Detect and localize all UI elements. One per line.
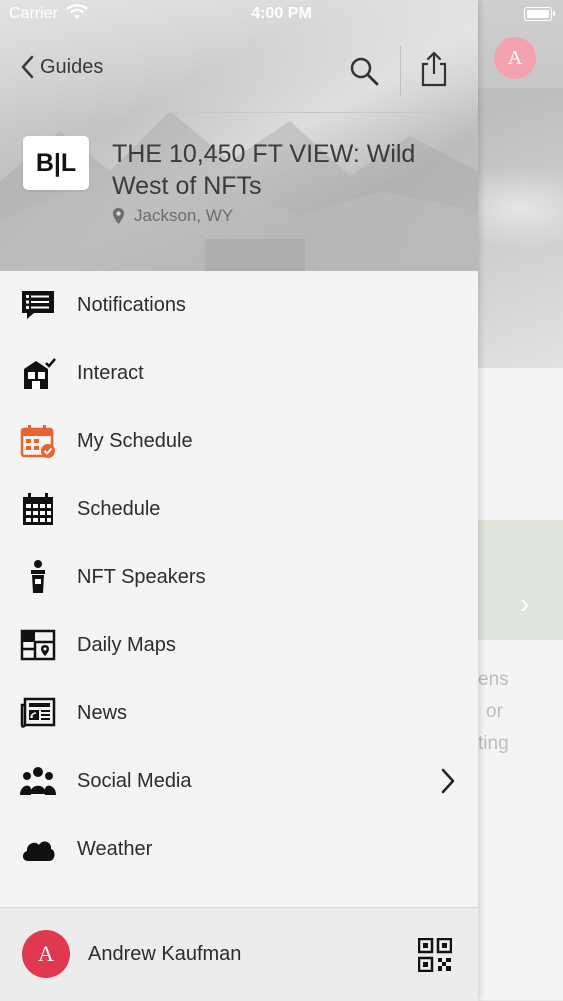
menu-item-notifications[interactable]: Notifications: [0, 271, 478, 339]
battery-icon: [524, 7, 552, 21]
menu-item-news[interactable]: News: [0, 679, 478, 747]
chevron-right-icon: [441, 768, 455, 794]
side-drawer: Guides B|L THE 10,450 FT VIEW: Wild West…: [0, 0, 478, 1001]
background-card[interactable]: [478, 520, 563, 640]
background-chevron-icon: ›: [520, 588, 530, 619]
event-location: Jackson, WY: [112, 206, 233, 226]
menu-label: Social Media: [77, 769, 192, 792]
battery-tip: [553, 11, 555, 16]
podium-icon: [31, 560, 45, 593]
menu-label: Weather: [77, 837, 153, 860]
notifications-icon: [22, 291, 54, 319]
back-button[interactable]: Guides: [20, 55, 103, 79]
menu-item-daily-maps[interactable]: Daily Maps: [0, 611, 478, 679]
background-text-line: ting: [478, 733, 509, 754]
user-avatar[interactable]: A: [22, 930, 70, 978]
my-schedule-icon: [20, 425, 55, 458]
background-text-line: or: [486, 701, 503, 722]
menu-label: News: [77, 701, 128, 724]
event-logo: B|L: [23, 136, 89, 190]
chevron-left-icon: [21, 55, 34, 79]
menu-item-interact[interactable]: Interact: [0, 339, 478, 407]
qr-code-button[interactable]: [417, 937, 453, 977]
qr-code-icon: [417, 937, 453, 973]
header-divider: [400, 46, 401, 96]
back-label: Guides: [40, 55, 104, 78]
search-icon: [350, 57, 379, 86]
people-icon: [20, 767, 56, 795]
user-name[interactable]: Andrew Kaufman: [88, 943, 241, 966]
status-bar: Carrier 4:00 PM: [0, 0, 563, 30]
share-icon: [421, 51, 447, 87]
share-button[interactable]: [419, 50, 449, 93]
header-separator: [22, 112, 476, 113]
background-avatar[interactable]: A: [494, 37, 536, 79]
menu-label: Schedule: [77, 497, 161, 520]
calendar-icon: [23, 493, 53, 525]
menu-item-social-media[interactable]: Social Media: [0, 747, 478, 815]
drawer-menu: Notifications Interact My Schedule Sched…: [0, 271, 478, 883]
menu-label: Daily Maps: [77, 633, 176, 656]
event-title: THE 10,450 FT VIEW: Wild West of NFTs: [112, 140, 416, 200]
news-icon: [20, 697, 56, 728]
map-icon: [20, 629, 56, 661]
menu-item-nft-speakers[interactable]: NFT Speakers: [0, 543, 478, 611]
menu-label: Interact: [77, 361, 144, 384]
status-time: 4:00 PM: [251, 5, 312, 22]
menu-label: Notifications: [77, 293, 186, 316]
search-button[interactable]: [348, 55, 380, 92]
menu-label: NFT Speakers: [77, 565, 206, 588]
cloud-icon: [22, 841, 55, 861]
location-pin-icon: [113, 208, 124, 224]
menu-item-weather[interactable]: Weather: [0, 815, 478, 883]
interact-icon: [24, 358, 56, 389]
menu-item-schedule[interactable]: Schedule: [0, 475, 478, 543]
background-text-line: ens: [478, 669, 509, 690]
menu-item-my-schedule[interactable]: My Schedule: [0, 407, 478, 475]
menu-label: My Schedule: [77, 429, 193, 452]
user-footer: A Andrew Kaufman: [0, 907, 478, 1001]
location-text: Jackson, WY: [134, 206, 234, 225]
drawer-header: Guides B|L THE 10,450 FT VIEW: Wild West…: [0, 0, 478, 271]
